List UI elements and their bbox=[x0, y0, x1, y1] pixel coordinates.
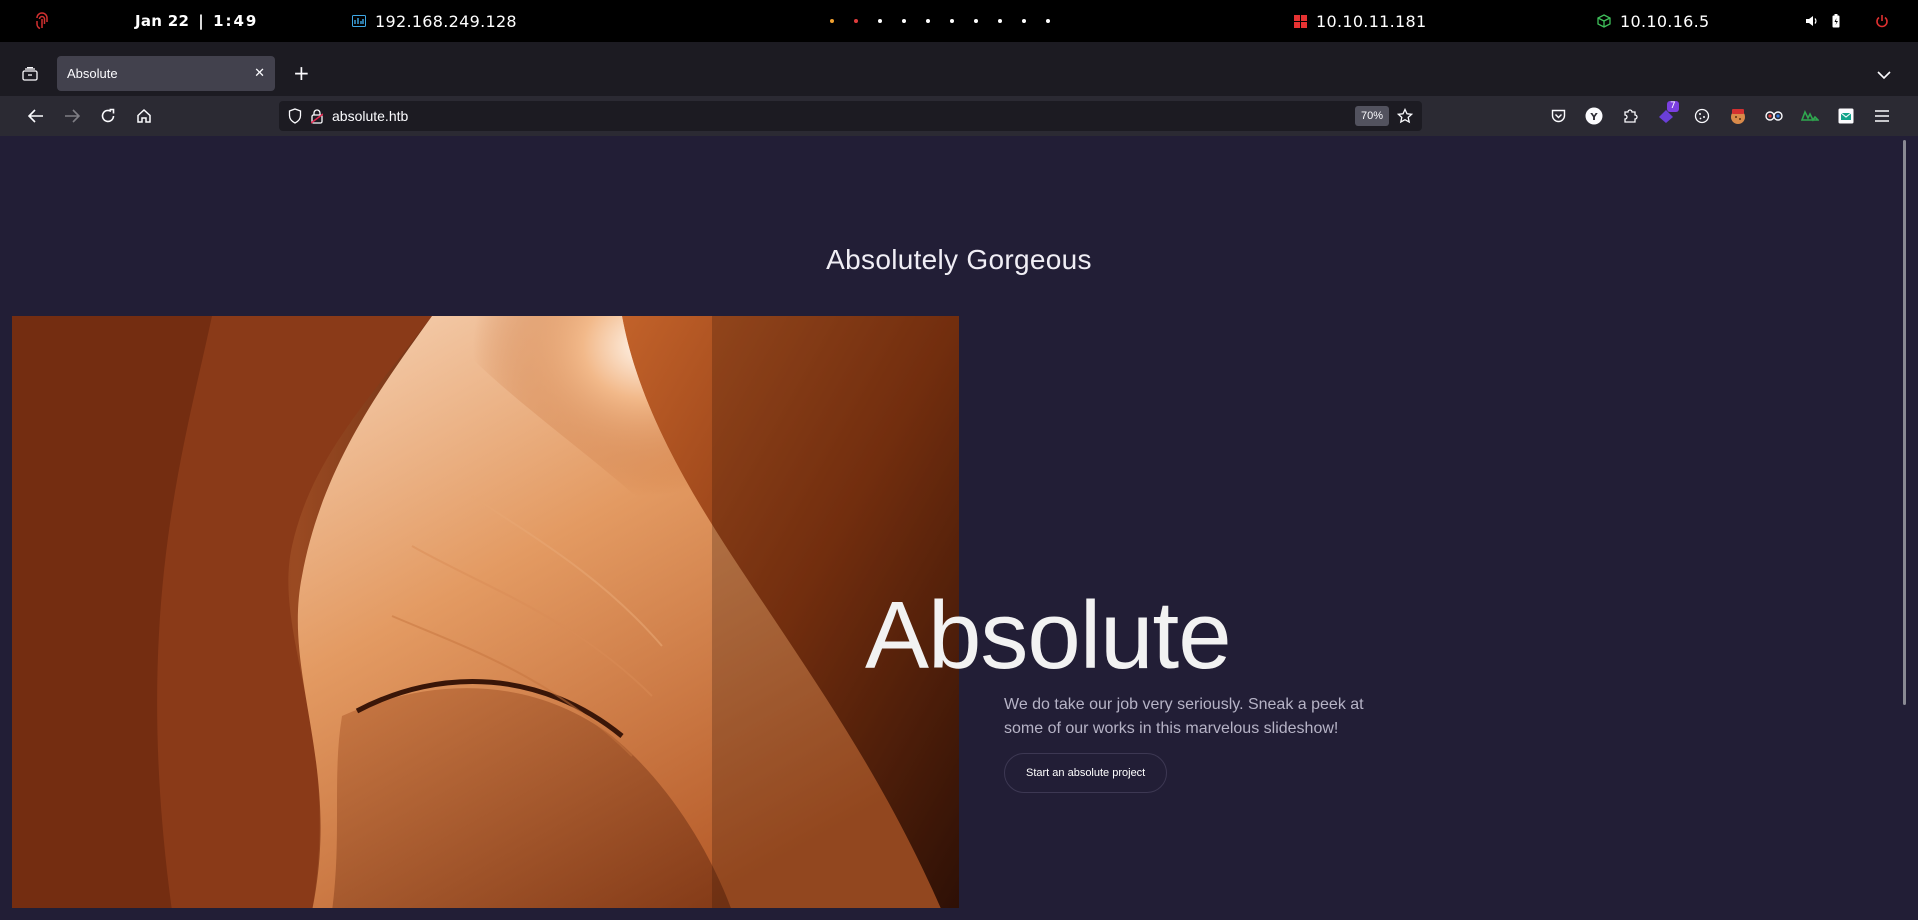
url-bar[interactable]: absolute.htb 70% bbox=[279, 101, 1422, 131]
url-text[interactable]: absolute.htb bbox=[332, 108, 1355, 124]
power-icon[interactable] bbox=[1875, 0, 1889, 42]
date-text: Jan 22 bbox=[135, 12, 190, 30]
start-project-button[interactable]: Start an absolute project bbox=[1004, 753, 1168, 793]
vm-ip-text: 192.168.249.128 bbox=[375, 11, 517, 31]
tab-overview-icon[interactable] bbox=[22, 66, 38, 85]
workspace-dot-4[interactable] bbox=[902, 19, 906, 23]
cookie-extension-icon[interactable] bbox=[1692, 106, 1712, 126]
battery-icon bbox=[1832, 0, 1840, 42]
list-all-tabs-icon[interactable] bbox=[1877, 65, 1891, 84]
page-edge-left bbox=[0, 136, 12, 920]
fingerprint-icon[interactable] bbox=[34, 0, 50, 42]
cookie-editor-extension-icon[interactable] bbox=[1728, 106, 1748, 126]
reload-icon bbox=[101, 108, 115, 123]
workspace-dot-8[interactable] bbox=[998, 19, 1002, 23]
workspace-indicators[interactable] bbox=[820, 0, 1060, 42]
page-headline: Absolutely Gorgeous bbox=[826, 244, 1092, 275]
workspace-dot-9[interactable] bbox=[1022, 19, 1026, 23]
workspace-dot-2[interactable] bbox=[854, 19, 858, 23]
workspace-dot-3[interactable] bbox=[878, 19, 882, 23]
tracking-shield-icon[interactable] bbox=[288, 108, 302, 124]
back-button[interactable] bbox=[20, 96, 52, 136]
target-ip-text: 10.10.11.181 bbox=[1316, 11, 1427, 31]
separator: | bbox=[198, 12, 205, 30]
vpn-cube-icon bbox=[1597, 0, 1611, 42]
forward-arrow-icon bbox=[65, 109, 80, 123]
back-arrow-icon bbox=[28, 109, 43, 123]
bookmark-star-icon[interactable] bbox=[1397, 108, 1413, 124]
page-scrollbar-track[interactable] bbox=[1904, 136, 1918, 908]
tab-bar bbox=[0, 42, 1918, 96]
extension-badge: 7 bbox=[1667, 101, 1679, 112]
clock: Jan 22 | 1:49 bbox=[135, 0, 258, 42]
page-scrollbar-thumb[interactable] bbox=[1903, 140, 1906, 705]
time-text: 1:49 bbox=[213, 12, 259, 30]
hamburger-menu-icon[interactable] bbox=[1872, 106, 1892, 126]
hacktools-extension-icon[interactable]: 7 bbox=[1656, 101, 1679, 126]
email-extension-icon[interactable] bbox=[1836, 106, 1856, 126]
volume-icon[interactable] bbox=[1805, 0, 1819, 42]
new-tab-button[interactable]: + bbox=[293, 63, 310, 83]
svg-text:Y: Y bbox=[1589, 112, 1598, 123]
forward-button[interactable] bbox=[56, 96, 88, 136]
hero-description: We do take our job very seriously. Sneak… bbox=[1004, 696, 1364, 737]
reload-button[interactable] bbox=[92, 96, 124, 136]
workspace-dot-1[interactable] bbox=[830, 19, 834, 23]
vm-network-icon bbox=[352, 0, 366, 42]
web-page: Absolutely Gorgeous Absolute We do take … bbox=[12, 136, 1904, 908]
workspace-dot-7[interactable] bbox=[974, 19, 978, 23]
home-icon bbox=[137, 108, 151, 123]
workspace-dot-10[interactable] bbox=[1046, 19, 1050, 23]
pocket-icon[interactable] bbox=[1548, 106, 1568, 126]
foxyproxy-extension-icon[interactable] bbox=[1800, 106, 1820, 126]
workspace-dot-5[interactable] bbox=[926, 19, 930, 23]
hero-title: Absolute bbox=[865, 582, 1232, 689]
vpn-ip-text: 10.10.16.5 bbox=[1620, 11, 1710, 31]
tab-absolute[interactable]: Absolute ✕ bbox=[57, 56, 275, 91]
zoom-indicator[interactable]: 70% bbox=[1354, 106, 1389, 126]
canyon-photo bbox=[12, 316, 959, 908]
yoroi-extension-icon[interactable]: Y bbox=[1584, 106, 1604, 126]
page-edge-bottom bbox=[0, 908, 1918, 920]
system-top-bar: Jan 22 | 1:49 192.168.249.128 10.10.11.1… bbox=[0, 0, 1918, 42]
wappalyzer-extension-icon[interactable] bbox=[1764, 106, 1784, 126]
tab-close-icon[interactable]: ✕ bbox=[254, 66, 265, 81]
workspace-dot-6[interactable] bbox=[950, 19, 954, 23]
target-icon bbox=[1294, 0, 1307, 42]
home-button[interactable] bbox=[128, 96, 160, 136]
insecure-lock-icon[interactable] bbox=[311, 108, 323, 124]
extensions-puzzle-icon[interactable] bbox=[1620, 106, 1640, 126]
tab-title: Absolute bbox=[67, 66, 118, 81]
